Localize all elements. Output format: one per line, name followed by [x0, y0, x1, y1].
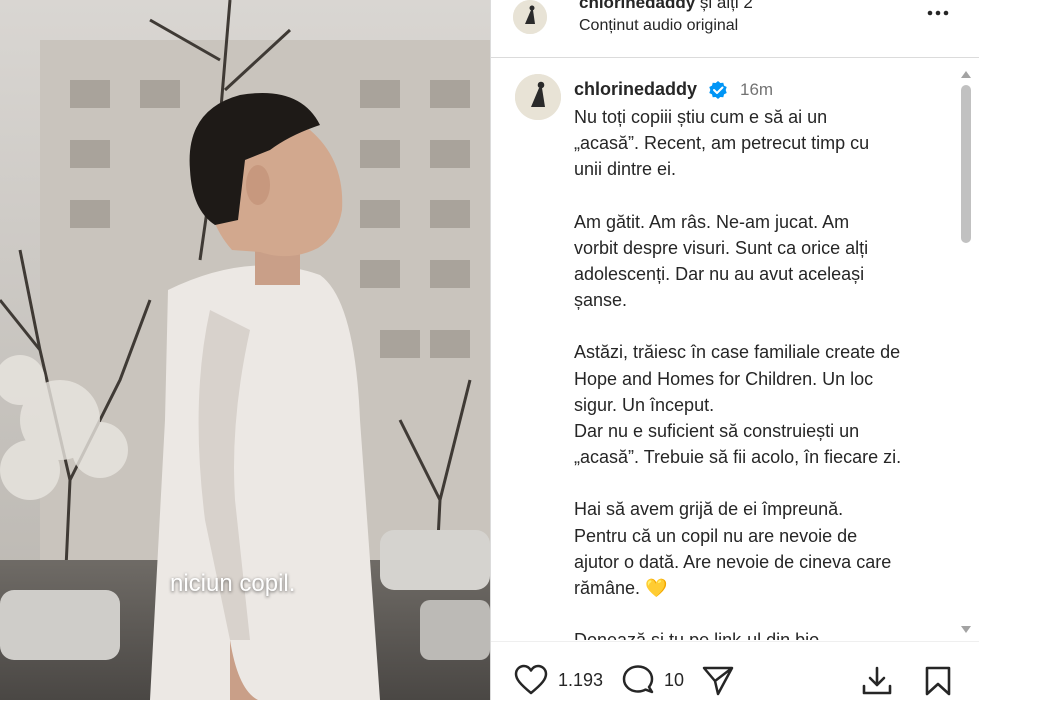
coauthors-link[interactable]: și alți 2 — [695, 0, 753, 12]
author-username[interactable]: chlorinedaddy — [579, 0, 695, 12]
caption-line: vorbit despre visuri. Sunt ca orice alți — [574, 237, 869, 258]
caption-username[interactable]: chlorinedaddy — [574, 79, 697, 100]
avatar-image — [515, 74, 561, 120]
likes-count[interactable]: 1.193 — [558, 670, 603, 691]
heart-icon[interactable] — [514, 664, 548, 701]
verified-badge-icon — [708, 80, 728, 100]
caption-line: adolescenți. Dar nu au avut aceleași — [574, 264, 865, 285]
caption-text: Nu toți copiii știu cum e să ai un „acas… — [574, 104, 944, 640]
caption-line: Astăzi, trăiesc în case familiale create… — [574, 342, 901, 363]
caption-line: sigur. Un început. — [574, 394, 715, 415]
caption-paragraph: Dar nu e suficient să construiești un „a… — [574, 418, 944, 470]
comments-count[interactable]: 10 — [664, 670, 684, 691]
post-timestamp[interactable]: 16m — [740, 80, 773, 100]
caption-line: Pentru că un copil nu are nevoie de — [574, 525, 858, 546]
more-options-icon[interactable] — [925, 2, 951, 24]
caption-line: Dar nu e suficient să construiești un — [574, 421, 860, 442]
caption-line: Donează și tu pe link-ul din bio. — [574, 630, 824, 640]
post-panel: chlorinedaddy și alți 2 Conținut audio o… — [490, 0, 980, 700]
scroll-down-arrow[interactable] — [960, 622, 972, 633]
scroll-up-arrow[interactable] — [960, 66, 972, 78]
avatar-image — [513, 0, 547, 34]
caption-line: „acasă”. Recent, am petrecut timp cu — [574, 133, 870, 154]
caption-paragraph: Am gătit. Am râs. Ne-am jucat. Am vorbit… — [574, 209, 944, 314]
video-player[interactable]: niciun copil. — [0, 0, 490, 700]
caption-line: ajutor o dată. Are nevoie de cineva care — [574, 551, 892, 572]
audio-link[interactable]: Conținut audio original — [579, 17, 738, 35]
caption-paragraph: Donează și tu pe link-ul din bio. — [574, 627, 944, 640]
caption-line: Hope and Homes for Children. Un loc — [574, 368, 874, 389]
caption-paragraph: Astăzi, trăiesc în case familiale create… — [574, 339, 944, 418]
page-background — [979, 0, 1062, 700]
caption-line: Nu toți copiii știu cum e să ai un — [574, 107, 828, 127]
caption-line: unii dintre ei. — [574, 159, 677, 180]
caption-line: „acasă”. Trebuie să fii acolo, în fiecar… — [574, 447, 902, 468]
caption-avatar[interactable] — [515, 74, 561, 120]
bookmark-icon[interactable] — [924, 665, 952, 702]
download-icon[interactable] — [861, 665, 893, 702]
post-authors[interactable]: chlorinedaddy și alți 2 — [579, 0, 753, 13]
caption-line: Am gătit. Am râs. Ne-am jucat. Am — [574, 211, 850, 232]
caption-line: șanse. — [574, 290, 628, 311]
caption-paragraph: Hai să avem grijă de ei împreună. Pentru… — [574, 496, 944, 601]
send-icon[interactable] — [701, 665, 735, 702]
caption-section: chlorinedaddy 16m Nu toți copiii știu cu… — [491, 58, 979, 640]
caption-paragraph: Nu toți copiii știu cum e să ai un „acas… — [574, 104, 944, 183]
action-bar: 1.193 10 — [491, 641, 979, 701]
comment-icon[interactable] — [621, 664, 655, 701]
caption-line: Hai să avem grijă de ei împreună. — [574, 499, 844, 520]
video-subtitle: niciun copil. — [170, 570, 296, 597]
post-header: chlorinedaddy și alți 2 Conținut audio o… — [491, 0, 979, 58]
scrollbar-thumb[interactable] — [961, 85, 971, 243]
author-avatar[interactable] — [513, 0, 547, 34]
caption-line: rămâne. 💛 — [574, 578, 668, 599]
